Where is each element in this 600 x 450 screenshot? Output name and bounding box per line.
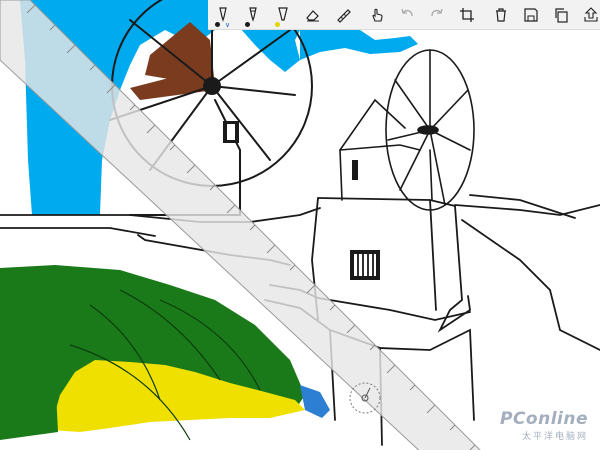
- chevron-down-icon: ∨: [225, 21, 231, 29]
- file-group: [486, 0, 600, 30]
- drawing-canvas[interactable]: [0, 0, 600, 450]
- save-icon: [524, 7, 538, 22]
- windmill-right: [339, 49, 475, 211]
- pen-tools-group: ∨: [208, 0, 358, 30]
- ink-toolbar: ∨: [208, 0, 600, 30]
- undo-icon: [401, 8, 413, 16]
- crop-button[interactable]: [452, 0, 482, 30]
- ruler-icon: [337, 8, 351, 23]
- share-button[interactable]: [576, 0, 600, 30]
- copy-button[interactable]: [546, 0, 576, 30]
- pen-color-swatch: [215, 21, 220, 27]
- eraser-button[interactable]: [298, 0, 328, 30]
- highlighter-button[interactable]: [268, 0, 298, 30]
- watermark-subtext: 太平洋电脑网: [521, 432, 588, 442]
- trash-icon: [496, 7, 506, 22]
- copy-icon: [555, 7, 568, 23]
- watermark: PConline 太平洋电脑网: [500, 409, 588, 442]
- delete-button[interactable]: [486, 0, 516, 30]
- touch-writing-button[interactable]: [362, 0, 392, 30]
- highlighter-color-swatch: [275, 21, 280, 27]
- pencil-icon: [249, 6, 257, 22]
- pencil-color-swatch: [245, 21, 250, 27]
- edit-group: [362, 0, 482, 30]
- ruler-button[interactable]: [328, 0, 358, 30]
- ballpoint-pen-button[interactable]: ∨: [208, 0, 238, 30]
- redo-button[interactable]: [422, 0, 452, 30]
- undo-button[interactable]: [392, 0, 422, 30]
- highlighter-icon: [278, 6, 288, 21]
- redo-icon: [431, 8, 443, 16]
- watermark-logo-text: PConline: [499, 409, 588, 429]
- touch-writing-icon: [372, 8, 383, 22]
- eraser-icon: [306, 9, 319, 21]
- save-button[interactable]: [516, 0, 546, 30]
- crop-icon: [460, 7, 474, 22]
- share-icon: [584, 6, 598, 22]
- pencil-button[interactable]: [238, 0, 268, 30]
